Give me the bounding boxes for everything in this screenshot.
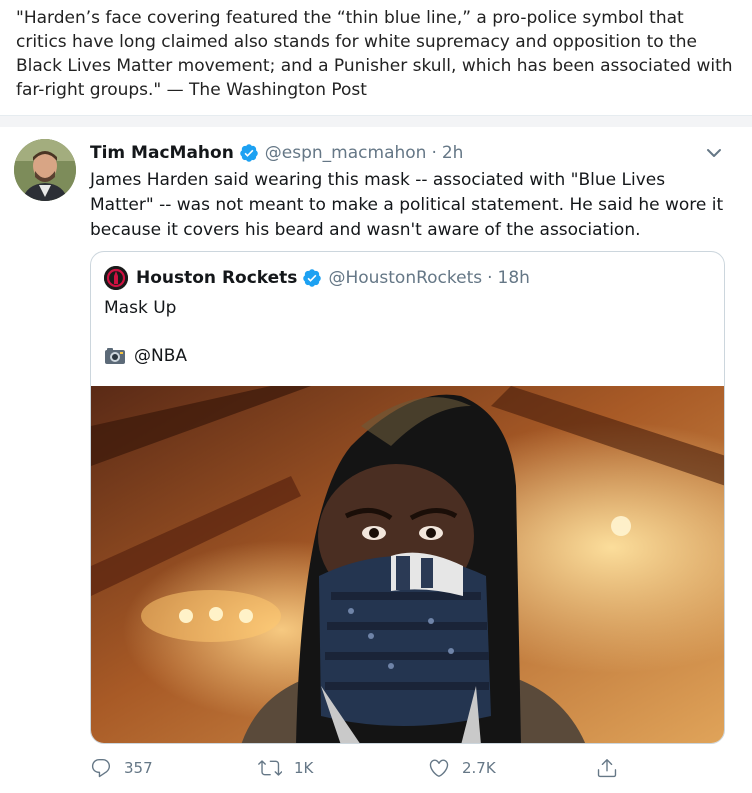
tweet[interactable]: Tim MacMahon @espn_macmahon · 2h James H… <box>0 127 752 793</box>
chevron-down-icon[interactable] <box>704 145 724 161</box>
like-button[interactable]: 2.7K <box>428 757 496 779</box>
tweet-text: James Harden said wearing this mask -- a… <box>90 170 724 240</box>
photo-credit-handle[interactable]: @NBA <box>134 344 187 368</box>
avatar[interactable] <box>14 139 76 201</box>
tweet-header: Tim MacMahon @espn_macmahon · 2h <box>90 141 463 165</box>
verified-badge-icon <box>302 268 322 288</box>
separator-dot: · <box>487 268 493 288</box>
quoted-tweet-time[interactable]: 18h <box>498 268 530 288</box>
retweet-button[interactable]: 1K <box>258 757 313 779</box>
rockets-logo-icon[interactable] <box>104 266 128 290</box>
tweet-photo[interactable] <box>91 386 724 743</box>
like-icon <box>429 759 449 777</box>
washington-post-quote: "Harden’s face covering featured the “th… <box>16 8 733 100</box>
camera-icon <box>104 347 126 365</box>
share-icon <box>597 759 617 778</box>
retweet-count: 1K <box>294 759 314 777</box>
author-name[interactable]: Tim MacMahon <box>90 143 234 163</box>
quoted-author-handle[interactable]: @HoustonRockets <box>328 268 482 288</box>
like-count: 2.7K <box>462 759 496 777</box>
quoted-author-name[interactable]: Houston Rockets <box>136 268 297 288</box>
author-handle[interactable]: @espn_macmahon <box>265 143 427 163</box>
retweet-icon <box>258 760 282 776</box>
photo-credit: @NBA <box>104 344 187 368</box>
reply-button[interactable]: 357 <box>90 757 153 779</box>
section-divider <box>0 115 752 127</box>
verified-badge-icon <box>239 143 259 163</box>
quoted-tweet-text: Mask Up <box>104 298 177 318</box>
reply-count: 357 <box>124 759 153 777</box>
quoted-tweet[interactable]: Houston Rockets @HoustonRockets · 18h Ma… <box>90 251 725 744</box>
reply-icon <box>91 759 111 778</box>
separator-dot: · <box>431 143 437 163</box>
quoted-tweet-header: Houston Rockets @HoustonRockets · 18h <box>104 266 530 290</box>
tweet-time[interactable]: 2h <box>442 143 464 163</box>
quote-block: "Harden’s face covering featured the “th… <box>0 0 752 115</box>
tweet-actions: 357 1K 2.7K <box>90 757 650 783</box>
share-button[interactable] <box>596 757 630 779</box>
